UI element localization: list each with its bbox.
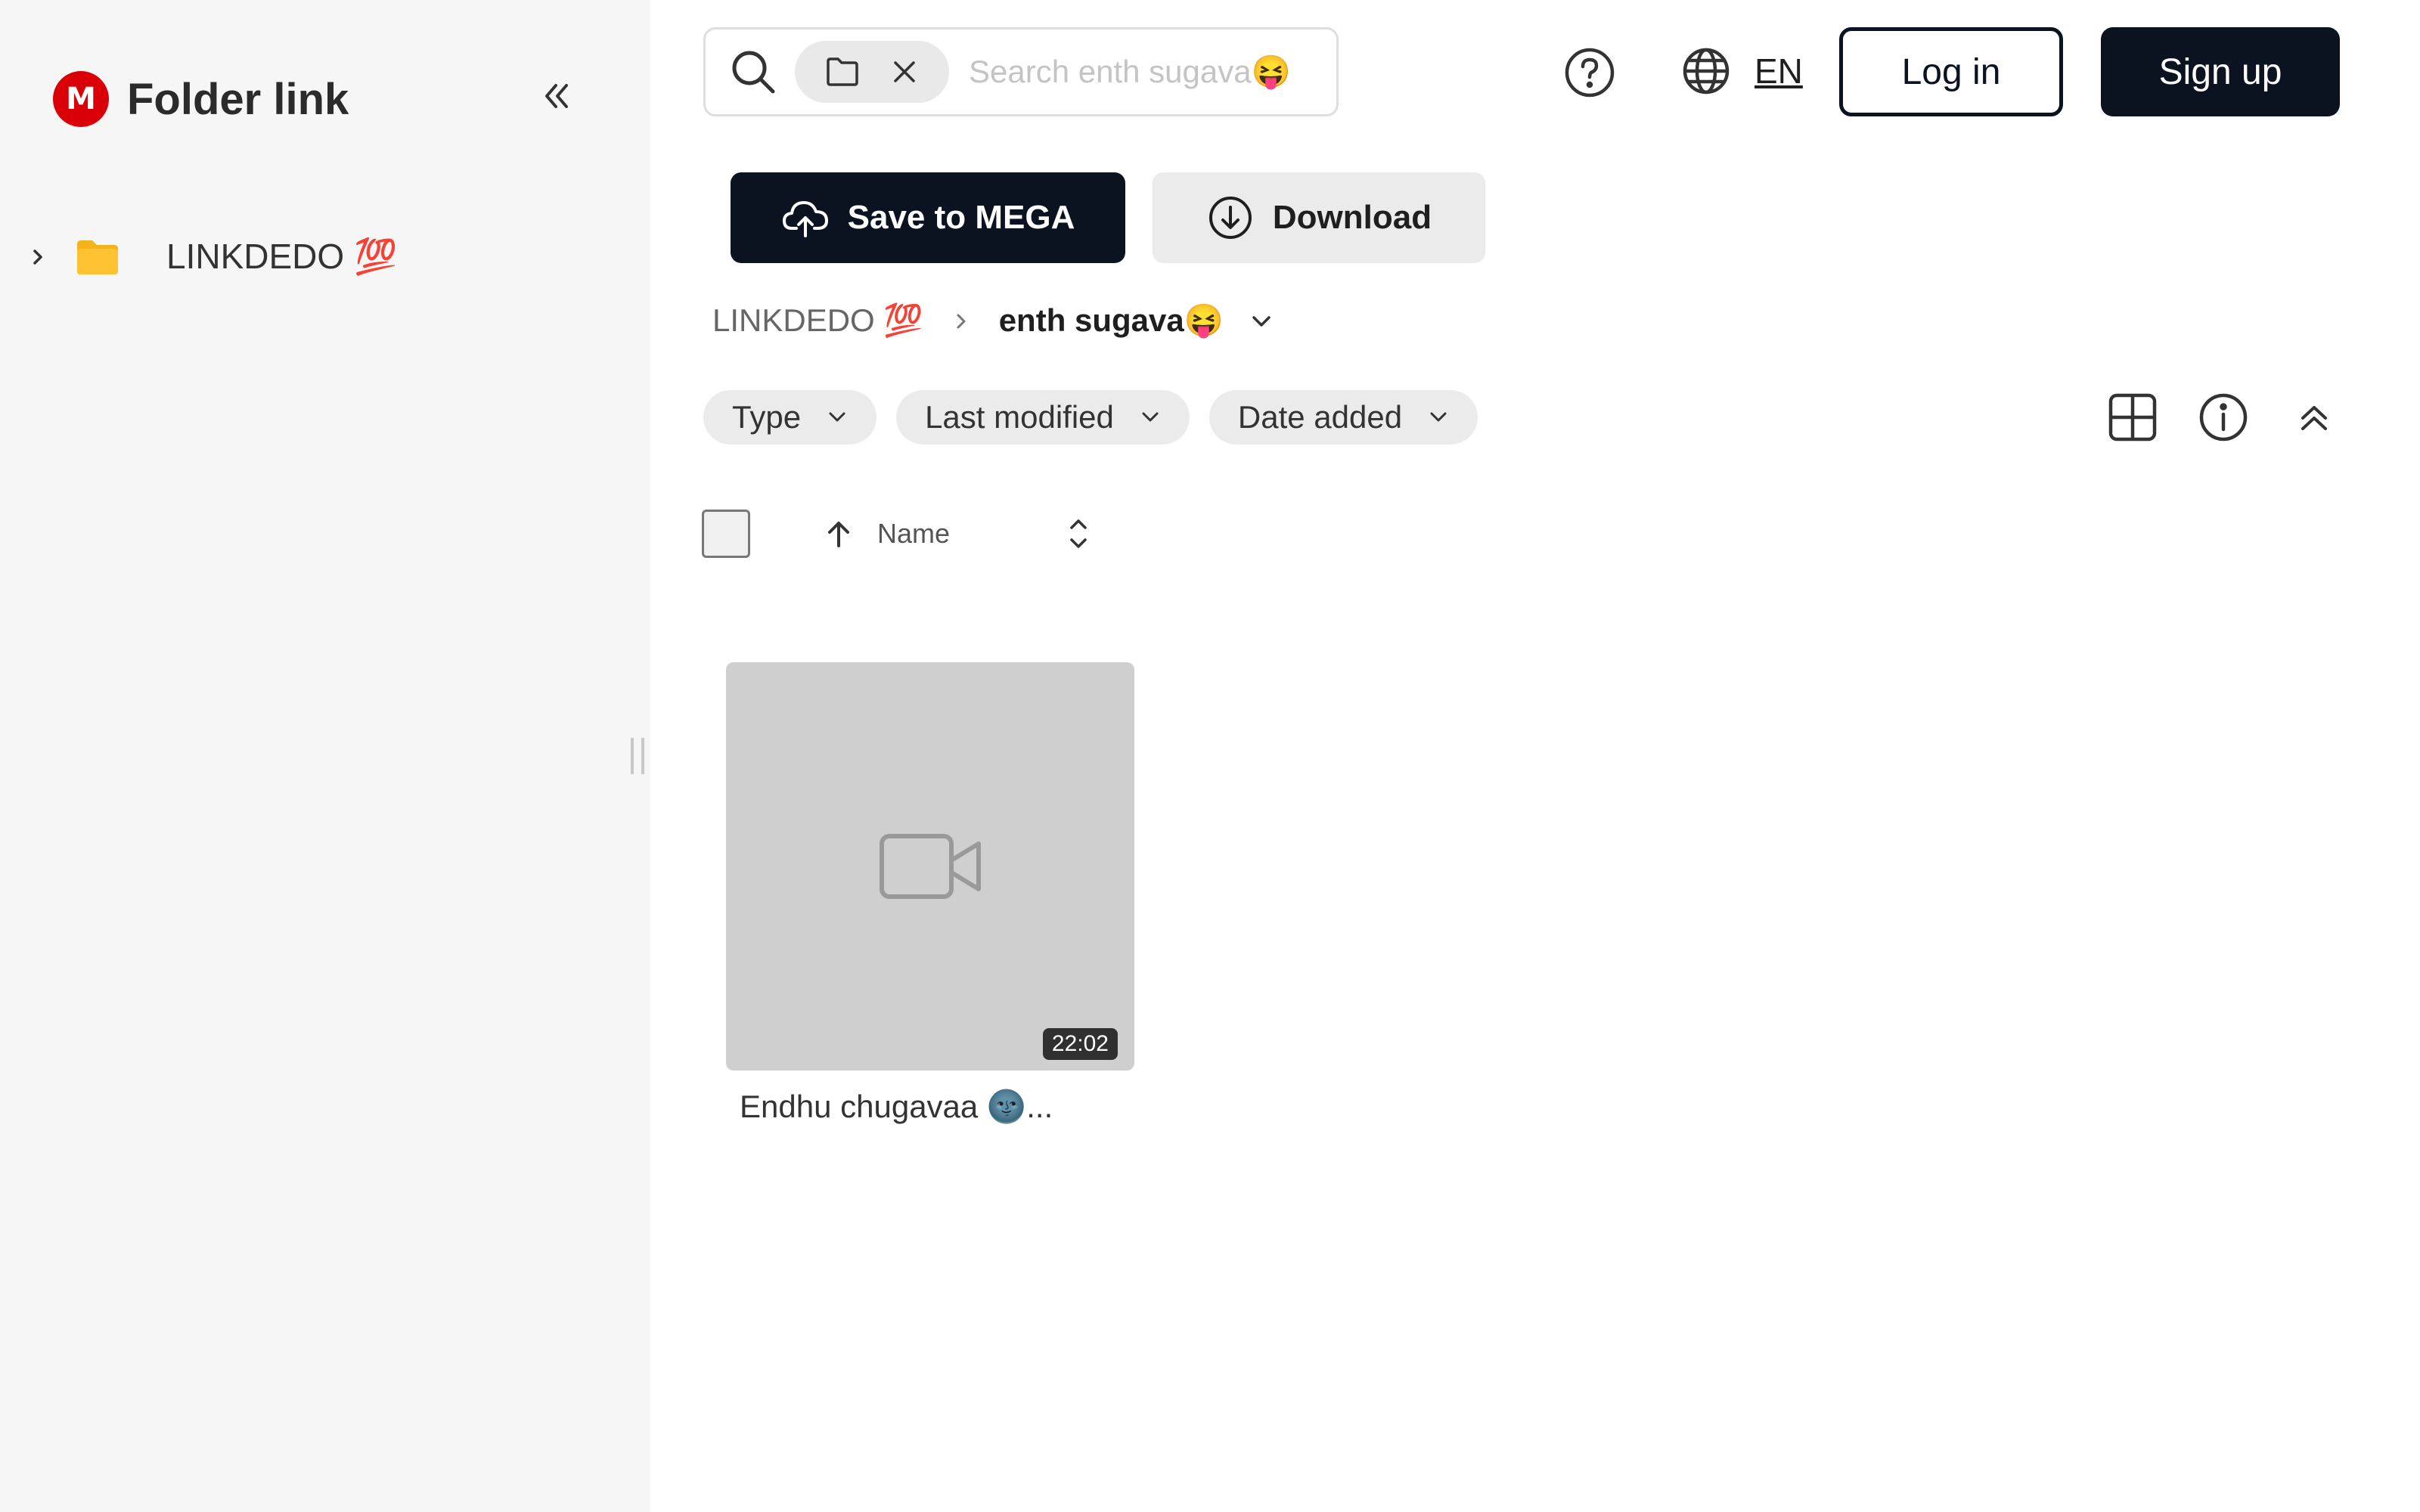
sidebar-item-label: LINKDEDO 💯 [166, 237, 398, 276]
cloud-upload-icon [781, 194, 830, 242]
signup-button[interactable]: Sign up [2101, 27, 2340, 116]
language-selector[interactable]: EN [1680, 45, 1803, 97]
chevron-right-icon [946, 306, 976, 336]
save-to-mega-label: Save to MEGA [847, 199, 1075, 236]
filter-date-added[interactable]: Date added [1208, 390, 1478, 445]
download-label: Download [1272, 199, 1432, 236]
app-title: Folder link [127, 74, 349, 124]
filter-type[interactable]: Type [703, 390, 877, 445]
close-icon[interactable] [891, 58, 918, 85]
search-input[interactable] [967, 53, 1326, 91]
help-circle-icon [1565, 48, 1615, 98]
folder-outline-icon [827, 57, 858, 86]
download-icon [1206, 194, 1255, 242]
double-chevron-left-icon [545, 84, 568, 108]
chevron-down-icon[interactable] [1245, 305, 1278, 338]
search-bar[interactable] [703, 27, 1339, 116]
chevron-down-icon [1137, 404, 1164, 431]
download-button[interactable]: Download [1153, 172, 1485, 263]
view-tools [2102, 387, 2344, 448]
video-thumbnail[interactable]: 22:02 [726, 662, 1134, 1070]
breadcrumb-current: enth sugava😝 [998, 302, 1224, 338]
filter-bar: Type Last modified Date added [703, 390, 1497, 445]
breadcrumb-root[interactable]: LINKDEDO 💯 [712, 302, 923, 339]
video-duration: 22:02 [1042, 1028, 1118, 1060]
folder-icon [76, 238, 119, 276]
file-name: Endhu chugavaa 🌚... [740, 1089, 1053, 1124]
save-to-mega-button[interactable]: Save to MEGA [731, 172, 1125, 263]
sidebar: M Folder link LINKDEDO 💯 [0, 0, 650, 1512]
login-button[interactable]: Log in [1839, 27, 2063, 116]
collapse-sidebar-button[interactable] [529, 70, 582, 122]
collapse-toolbar-button[interactable] [2284, 387, 2344, 448]
video-placeholder [726, 662, 1134, 1070]
info-icon [2199, 393, 2248, 442]
sidebar-item-linkdedo[interactable]: LINKDEDO 💯 [23, 236, 397, 277]
chevron-right-icon[interactable] [23, 242, 53, 272]
logo[interactable]: M Folder link [53, 71, 349, 127]
grid-view-button[interactable] [2102, 387, 2163, 448]
breadcrumb: LINKDEDO 💯 enth sugava😝 [712, 302, 1278, 339]
video-icon [880, 834, 981, 899]
sort-toggle-icon[interactable] [1063, 513, 1094, 555]
grid-icon [2108, 393, 2157, 442]
help-button[interactable] [1562, 45, 1617, 100]
filter-last-modified[interactable]: Last modified [896, 390, 1190, 445]
list-header: Name [702, 510, 1094, 558]
chevron-down-icon [1425, 404, 1452, 431]
info-button[interactable] [2193, 387, 2254, 448]
filter-label: Date added [1237, 399, 1403, 435]
select-all-checkbox[interactable] [702, 510, 750, 558]
arrow-up-icon [821, 516, 856, 551]
chevron-down-icon [824, 404, 851, 431]
name-column-header[interactable]: Name [877, 518, 950, 550]
mega-logo-icon: M [53, 71, 109, 127]
filter-label: Last modified [925, 399, 1114, 435]
file-card[interactable]: 22:02 Endhu chugavaa 🌚... [726, 662, 1134, 1126]
sidebar-resize-handle[interactable] [631, 738, 644, 774]
search-icon [727, 45, 780, 98]
globe-icon [1683, 48, 1730, 94]
search-scope-chip [795, 41, 949, 103]
double-chevron-up-icon [2301, 406, 2327, 430]
filter-label: Type [732, 399, 802, 435]
language-code[interactable]: EN [1754, 51, 1803, 91]
